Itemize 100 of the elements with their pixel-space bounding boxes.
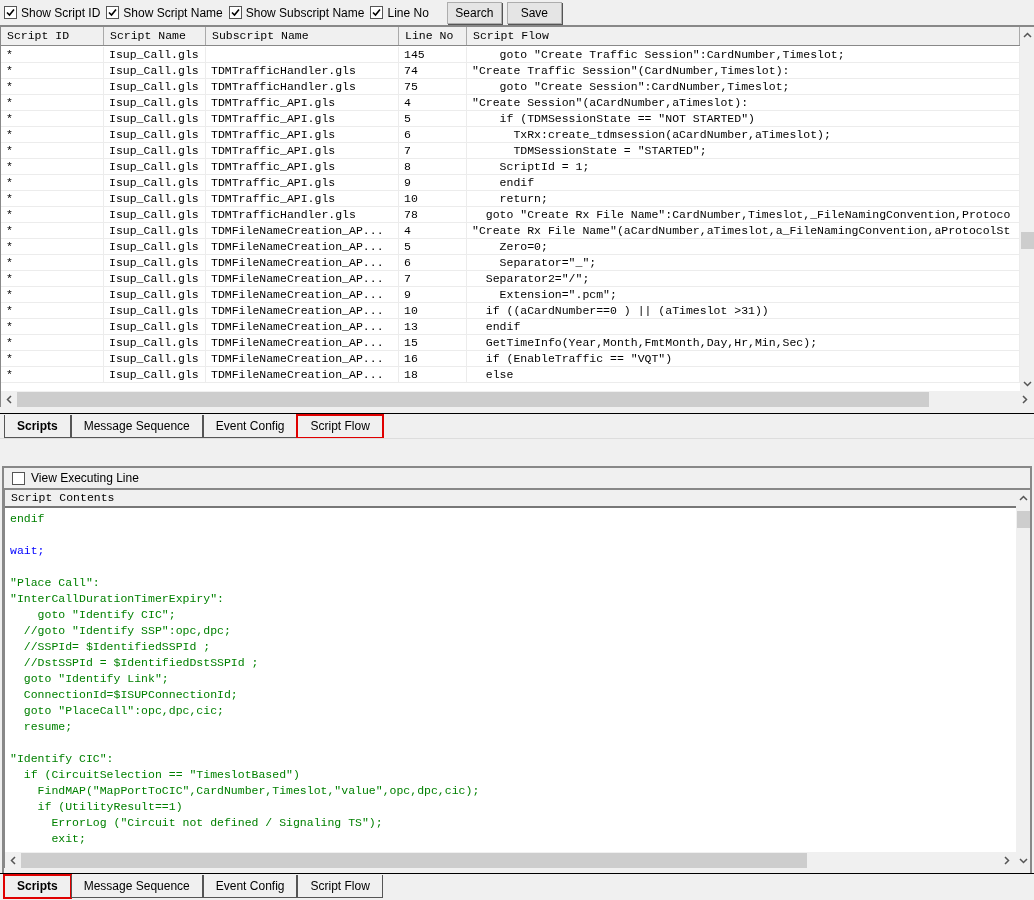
table-cell-text: * [6, 126, 13, 143]
table-cell-text: TDMTraffic_API.gls [211, 126, 336, 143]
tab[interactable]: Event Config [202, 415, 298, 438]
column-header[interactable]: Script ID [1, 27, 104, 45]
table-cell-text: * [6, 238, 13, 255]
table-cell-text: if (TDMSessionState == "NOT STARTED") [498, 110, 755, 127]
table-cell-text: 6 [404, 126, 411, 143]
checkmark-icon [108, 8, 118, 17]
table-cell-text: 74 [404, 62, 418, 79]
table-cell-text: TDMFileNameCreation_AP... [211, 286, 384, 303]
table-cell-text: 10 [404, 190, 418, 207]
checkbox[interactable] [4, 6, 17, 19]
table-cell-text: 8 [404, 158, 411, 175]
toolbar-button[interactable]: Search [446, 1, 502, 24]
table-cell-text: Isup_Call.gls [109, 126, 199, 143]
code-line: "Identify CIC": [10, 751, 114, 768]
table-cell-text: * [6, 318, 13, 335]
table-cell-text: 13 [404, 318, 418, 335]
table-cell-text: Isup_Call.gls [109, 366, 199, 383]
scrollbar-thumb[interactable] [1020, 232, 1034, 249]
code-line: endif [10, 511, 45, 528]
table-cell-text: * [6, 110, 13, 127]
checkbox[interactable] [370, 6, 384, 19]
table-cell-text: Isup_Call.gls [109, 78, 199, 95]
code-line: resume; [22, 719, 73, 736]
table-cell-text: return; [498, 190, 548, 207]
table-cell-text: * [6, 350, 13, 367]
table-cell-text: Isup_Call.gls [109, 206, 199, 223]
code-line: goto "PlaceCall":opc,dpc,cic; [22, 703, 224, 720]
table-cell-text: Zero=0; [498, 238, 548, 255]
tab[interactable]: Scripts [4, 875, 71, 898]
code-line: ErrorLog ("Circuit not defined / Signaling TS"); [50, 815, 383, 832]
table-cell-text: goto "Create Rx File Name":CardNumber,Timeslot,_FileNamingConvention,Protoco [484, 206, 1011, 223]
tab[interactable]: Event Config [202, 875, 298, 898]
column-header[interactable]: Line No [399, 27, 467, 45]
table-cell-text: if (EnableTraffic == "VQT") [484, 350, 673, 367]
horizontal-scrollbar[interactable] [5, 852, 1016, 868]
table-cell-text: goto "Create Session":CardNumber,Timeslot; [498, 78, 790, 95]
scrollbar-thumb[interactable] [1016, 511, 1030, 528]
checkbox-label: Show Subscript Name [245, 4, 365, 22]
code-line: if (CircuitSelection == "TimeslotBased") [22, 767, 300, 784]
table-cell-text: TDMFileNameCreation_AP... [211, 302, 384, 319]
toolbar-button[interactable]: Save [506, 1, 562, 24]
table-cell-text: TDMFileNameCreation_AP... [211, 222, 384, 239]
table-cell-text: Isup_Call.gls [109, 62, 199, 79]
column-header[interactable]: Subscript Name [206, 27, 399, 45]
table-cell-text: TDMTraffic_API.gls [211, 174, 336, 191]
table-cell-text: TDMFileNameCreation_AP... [211, 366, 384, 383]
table-cell-text: 7 [404, 142, 411, 159]
code-line: FindMAP("MapPortToCIC",CardNumber,Timeslot,"value",opc,dpc,cic); [36, 783, 480, 800]
tab[interactable]: Message Sequence [70, 875, 203, 898]
table-cell-text: if ((aCardNumber==0 ) || (aTimeslot >31)) [484, 302, 769, 319]
table-cell-text: TxRx:create_tdmsession(aCardNumber,aTimeslot); [512, 126, 831, 143]
column-header: Script Contents [5, 490, 1016, 508]
table-cell-text: TDMTraffic_API.gls [211, 158, 336, 175]
tab[interactable]: Scripts [4, 415, 71, 438]
table-cell-text: 10 [404, 302, 418, 319]
table-cell-text: TDMTrafficHandler.gls [211, 206, 356, 223]
table-cell-text: 78 [404, 206, 418, 223]
table-cell-text: * [6, 78, 13, 95]
tab[interactable]: Script Flow [297, 415, 383, 438]
tab[interactable]: Script Flow [297, 875, 383, 898]
table-cell-text: TDMTrafficHandler.gls [211, 78, 356, 95]
table-cell-text: Separator2="/"; [484, 270, 590, 287]
table-cell-text: * [6, 158, 13, 175]
table-cell-text: 4 [404, 94, 411, 111]
checkbox[interactable] [106, 6, 120, 19]
table-cell-text: endif [498, 174, 535, 191]
table-cell-text: TDMSessionState = "STARTED"; [512, 142, 707, 159]
table-cell-text: endif [484, 318, 521, 335]
code-line: wait; [10, 543, 45, 560]
checkmark-icon [230, 8, 240, 17]
table-cell-text: Isup_Call.gls [109, 110, 199, 127]
table-cell-text: TDMFileNameCreation_AP... [211, 270, 384, 287]
column-header[interactable]: Script Name [104, 27, 206, 45]
table-cell-text: 75 [404, 78, 418, 95]
table-cell-text: 16 [404, 350, 418, 367]
table-cell-text: TDMFileNameCreation_AP... [211, 238, 384, 255]
table-cell-text: Isup_Call.gls [109, 190, 199, 207]
table-cell-text: 9 [404, 174, 411, 191]
table-cell-text: * [6, 190, 13, 207]
tab[interactable]: Message Sequence [70, 415, 203, 438]
code-line: goto "Identify Link"; [22, 671, 169, 688]
checkbox[interactable] [12, 471, 25, 485]
checkbox[interactable] [228, 6, 242, 19]
scrollbar-thumb[interactable] [21, 852, 807, 868]
table-cell-text: Isup_Call.gls [109, 302, 199, 319]
table-cell-text: * [6, 366, 13, 383]
table-cell-text: * [6, 302, 13, 319]
checkbox-label: Show Script ID [21, 4, 101, 22]
code-line: //DstSSPId = $IdentifiedDstSSPId ; [22, 655, 259, 672]
table-cell-text: goto "Create Traffic Session":CardNumber,Timeslot; [498, 46, 845, 63]
table-cell-text: 18 [404, 366, 418, 383]
checkbox-label: View Executing Line [31, 470, 139, 487]
table-cell-text: 9 [404, 286, 411, 303]
table-cell-text: GetTimeInfo(Year,Month,FmtMonth,Day,Hr,Min,Sec); [484, 334, 818, 351]
table-cell-text: Isup_Call.gls [109, 174, 199, 191]
table-cell-text: Isup_Call.gls [109, 350, 199, 367]
table-cell-text: TDMTraffic_API.gls [211, 190, 336, 207]
table-cell-text: "Create Rx File Name"(aCardNumber,aTimeslot,a_FileNamingConvention,aProtocolSt [472, 222, 1011, 239]
